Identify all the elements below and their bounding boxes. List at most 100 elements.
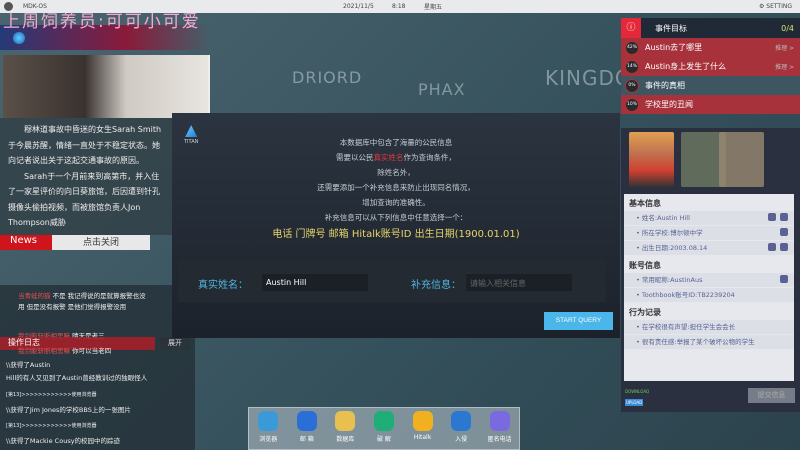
instruction-line: 除姓名外，	[377, 168, 415, 177]
objective-item[interactable]: 42% Austin去了哪里 推理 >	[621, 38, 800, 57]
instruction-line: 补充信息可以从下列信息中任意选择一个：	[324, 213, 468, 222]
app-dock: 浏览器 邮 箱 数据库 破 解 Hitalk 入侵 匿名电话	[248, 407, 520, 450]
dock-app[interactable]: 邮 箱	[289, 411, 325, 449]
info-row[interactable]: • 所在学校:博尔顿中学	[624, 226, 794, 240]
info-row[interactable]: • 常用昵称:AustinAus	[624, 273, 794, 287]
section-title: 账号信息	[629, 261, 661, 270]
text: 作为查询条件，	[403, 153, 457, 162]
titan-query-dialog: TITAN 本数据库中包含了海量的公民信息 需要以公民真实姓名作为查询条件， 除…	[172, 113, 620, 338]
query-form: 真实姓名： Austin Hill 补充信息： 请输入相关信息	[178, 260, 606, 302]
progress-ring: 14%	[625, 59, 639, 74]
info-text: 很有责任感:举报了某个破坏公物的学生	[641, 338, 755, 346]
alert-icon: ⓘ	[621, 18, 641, 38]
log-line: \\获得了Mackie Cousy的校园中的踪迹	[6, 437, 121, 445]
download-indicator: DOWNLOAD	[625, 389, 650, 394]
dock-app[interactable]: 破 解	[366, 411, 402, 449]
info-text: Toothbook账号ID:TB2239204	[641, 291, 735, 299]
date: 2021/11/5	[343, 3, 374, 10]
log-line: \\获得了Jim Jones的学校BBS上的一张图片	[6, 406, 131, 414]
dock-app[interactable]: 浏览器	[250, 411, 286, 449]
info-text: 出生日期:2003.08.14	[641, 244, 708, 252]
expand-button[interactable]: 展开	[160, 337, 190, 350]
extra-info-input[interactable]: 请输入相关信息	[466, 274, 572, 291]
stream-watermark: 上周饲养员:可可小可爱	[3, 12, 201, 32]
info-text: 姓名:Austin Hill	[641, 214, 690, 222]
map-region: DRIORD	[292, 68, 363, 87]
news-article: 穆林道事故中昏迷的女生Sarah Smith于今晨苏醒，情绪一直处于不稳定状态。…	[0, 118, 175, 235]
objective-text: 学校里的丑闻	[645, 100, 693, 109]
app-label: 入侵	[455, 436, 468, 443]
objectives-count: 0/4	[781, 23, 794, 33]
profile-panel: 基本信息 • 姓名:Austin Hill • 所在学校:博尔顿中学 • 出生日…	[621, 128, 800, 412]
instruction-line: 增加查询的准确性。	[362, 198, 430, 207]
section-title: 行为记录	[629, 308, 661, 317]
objectives-header[interactable]: ⓘ 事件目标 0/4	[621, 18, 800, 38]
chat-user: 我剑能斩断相思嘛	[18, 347, 70, 355]
info-text: 所在学校:博尔顿中学	[641, 229, 703, 237]
real-name-input[interactable]: Austin Hill	[262, 274, 368, 291]
objective-item[interactable]: 0% 事件的真相	[621, 76, 800, 95]
submit-info-button[interactable]: 提交信息	[748, 388, 795, 403]
upload-indicator: UPLOAD	[625, 399, 644, 406]
log-line: Hill的有人又见到了Austin曾经教训过的独眼怪人	[6, 374, 148, 382]
chat-text: 你可以当老四	[72, 347, 112, 355]
dock-app[interactable]: 数据库	[327, 411, 363, 449]
app-icon	[412, 411, 433, 431]
chat-user: 当青蛙的猫	[18, 292, 51, 300]
app-icon	[373, 411, 394, 431]
info-row[interactable]: • 很有责任感:举报了某个破坏公物的学生	[624, 335, 794, 349]
app-icon	[335, 411, 356, 431]
instruction-line: 本数据库中包含了海量的公民信息	[339, 138, 453, 147]
infer-button[interactable]: 推理 >	[775, 43, 794, 52]
close-news-button[interactable]: 点击关闭	[52, 235, 150, 250]
log-line: [第13]>>>>>>>>>>>>使用浏览器	[6, 423, 97, 429]
progress-ring: 0%	[625, 78, 639, 93]
app-label: 数据库	[336, 436, 355, 443]
map-region: PHAX	[418, 80, 466, 99]
news-photo	[3, 55, 210, 118]
news-label: News	[0, 235, 52, 250]
globe-icon	[13, 32, 25, 44]
objectives-panel: ⓘ 事件目标 0/4 42% Austin去了哪里 推理 >14% Austin身上发生了…	[621, 18, 800, 114]
dock-app[interactable]: 匿名电话	[482, 411, 518, 449]
infer-button[interactable]: 推理 >	[775, 62, 794, 71]
section-title: 基本信息	[629, 199, 661, 208]
extra-info-label: 补充信息：	[411, 280, 461, 291]
portrait-austin-hill[interactable]	[629, 132, 674, 187]
dialog-instructions: 本数据库中包含了海量的公民信息 需要以公民真实姓名作为查询条件， 除姓名外， 还…	[172, 135, 620, 242]
info-text: 在学校很有声望:担任学生会会长	[641, 323, 736, 331]
weekday: 星期五	[424, 4, 443, 11]
portrait-suspect[interactable]	[719, 132, 764, 187]
dock-app[interactable]: Hitalk	[405, 411, 441, 449]
instruction-line: 还需要添加一个补充信息来防止出现同名情况，	[317, 183, 475, 192]
app-icon	[258, 411, 279, 431]
app-label: Hitalk	[413, 434, 432, 441]
setting-button[interactable]: ⚙ SETTING	[759, 3, 792, 10]
objectives-title: 事件目标	[655, 23, 687, 33]
setting-label: SETTING	[766, 3, 792, 10]
objective-item[interactable]: 10% 学校里的丑闻	[621, 95, 800, 114]
objective-item[interactable]: 14% Austin身上发生了什么 推理 >	[621, 57, 800, 76]
app-icon	[451, 411, 472, 431]
info-row[interactable]: • 出生日期:2003.08.14	[624, 241, 794, 255]
dock-app[interactable]: 入侵	[443, 411, 479, 449]
article-paragraph: 穆林道事故中昏迷的女生Sarah Smith于今晨苏醒，情绪一直处于不稳定状态。…	[8, 125, 162, 165]
chat-panel: 当青蛙的猫 不是 我记得说的是就算报警也没用 但是没有报警 是他们觉得报警没用 …	[0, 285, 195, 450]
article-paragraph: Sarah于一个月前来到高第市，并入住了一家星评价的向日葵旅馆，后因遭到针孔摄像…	[8, 171, 160, 228]
log-line: [第13]>>>>>>>>>>>>使用浏览器	[6, 392, 97, 398]
objective-text: Austin身上发生了什么	[645, 62, 727, 71]
objective-text: Austin去了哪里	[645, 43, 703, 52]
start-query-button[interactable]: START QUERY	[544, 312, 613, 330]
progress-ring: 42%	[625, 40, 639, 55]
app-icon	[296, 411, 317, 431]
info-row[interactable]: • Toothbook账号ID:TB2239204	[624, 288, 794, 302]
info-row[interactable]: • 在学校很有声望:担任学生会会长	[624, 320, 794, 334]
progress-ring: 10%	[625, 97, 639, 112]
name-label: 真实姓名：	[198, 280, 248, 291]
info-row[interactable]: • 姓名:Austin Hill	[624, 211, 794, 225]
news-bar: News 点击关闭	[0, 235, 150, 250]
info-text: 常用昵称:AustinAus	[641, 276, 703, 284]
time: 8:18	[392, 3, 406, 10]
supplement-options: 电话 门牌号 邮箱 Hitalk账号ID 出生日期(1900.01.01)	[272, 229, 520, 240]
app-label: 破 解	[377, 436, 391, 443]
